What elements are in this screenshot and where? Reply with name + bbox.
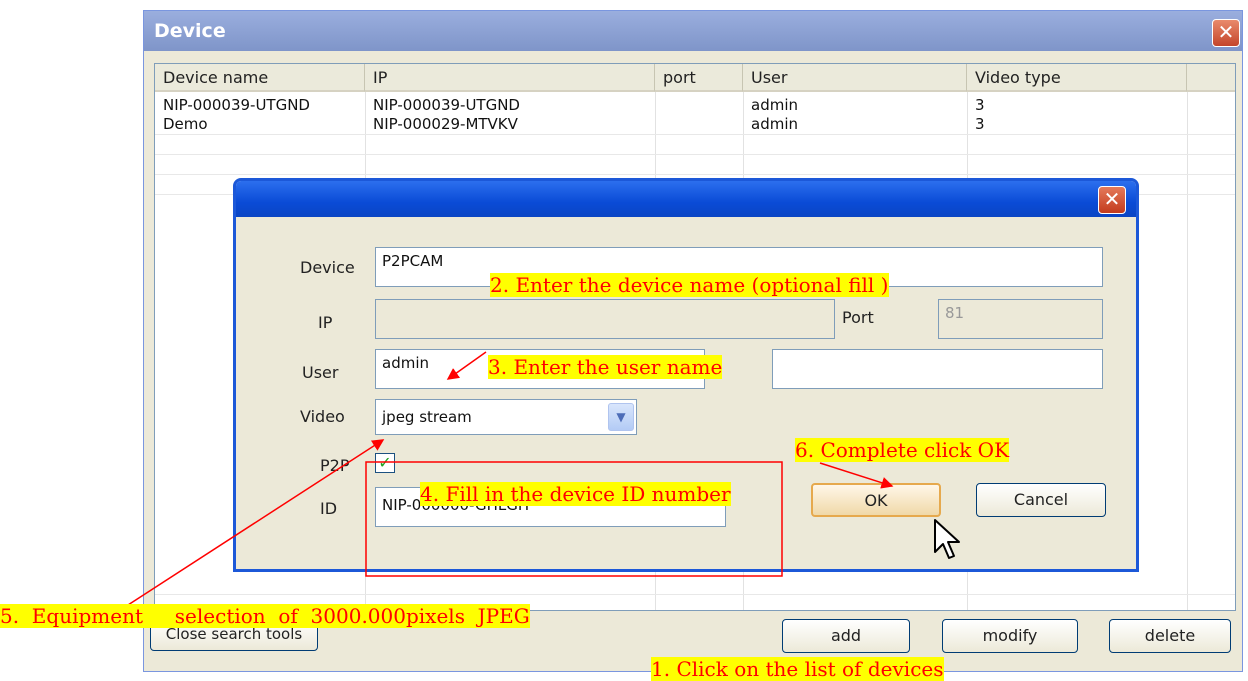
annotation-step4: 4. Fill in the device ID number [420, 482, 731, 506]
annotation-step3: 3. Enter the user name [488, 355, 723, 379]
arrow-step5 [127, 439, 385, 606]
annotation-step2: 2. Enter the device name (optional fill … [490, 273, 889, 297]
annotation-step1: 1. Click on the list of devices [651, 657, 944, 681]
annotation-step5: 5. Equipment selection of 3000.000pixels… [0, 604, 530, 628]
annotation-step6: 6. Complete click OK [795, 438, 1010, 462]
arrow-step3 [446, 351, 487, 380]
annotation-arrows [127, 351, 894, 606]
arrow-step6 [819, 462, 894, 489]
id-highlight-box [365, 461, 783, 577]
